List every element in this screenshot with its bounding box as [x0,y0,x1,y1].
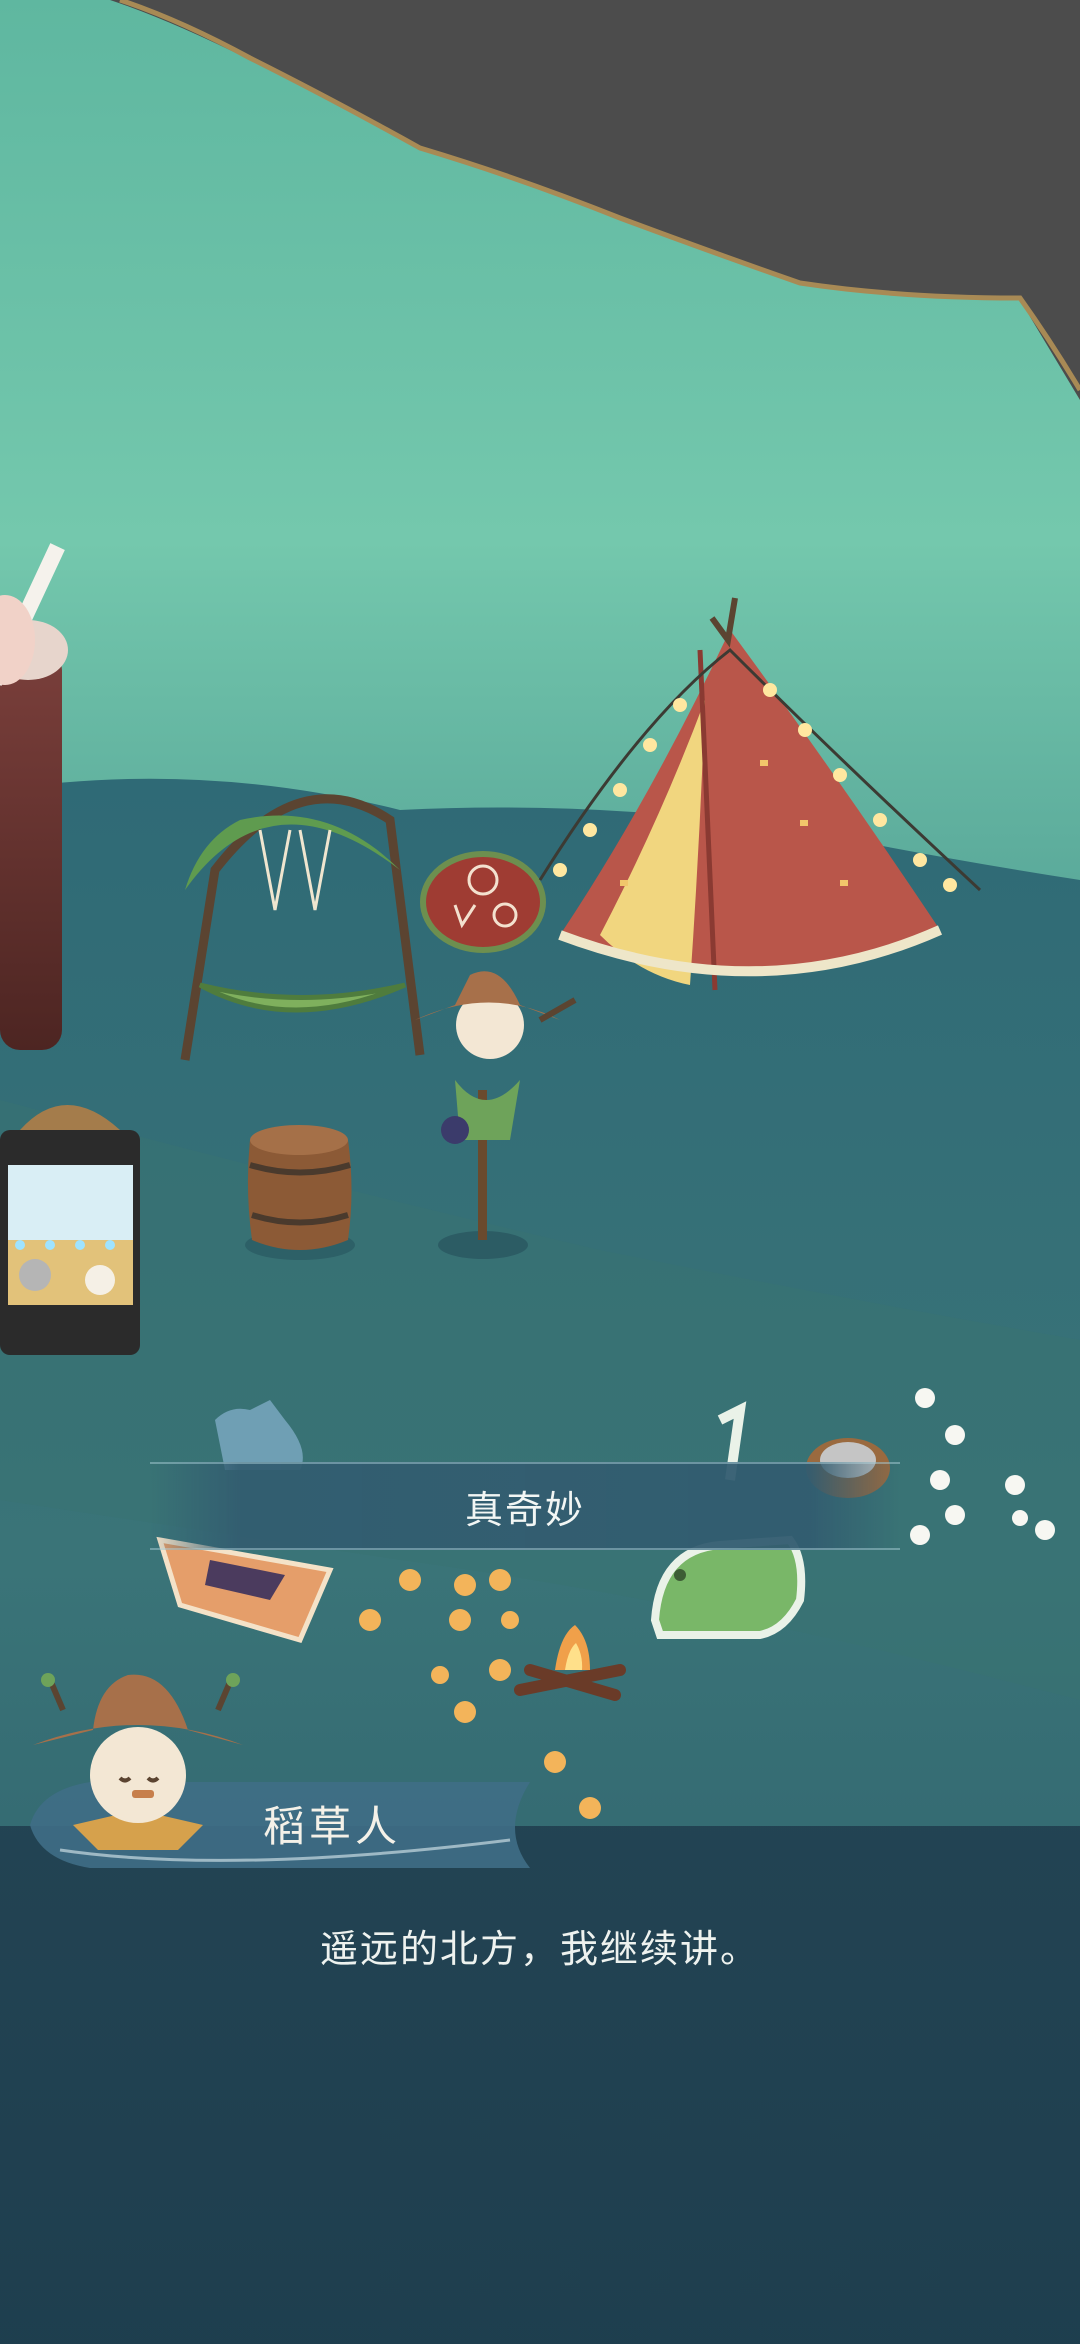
speaker-name: 稻草人 [263,1802,402,1851]
scarecrow-portrait-icon [33,1673,243,1850]
barrel-icon[interactable] [245,1125,355,1260]
dialog-text: 遥远的北方，我继续讲。 [319,1927,760,1971]
sign-board-icon[interactable] [420,851,546,953]
dialog-choice-button[interactable]: 真奇妙 [150,1462,900,1550]
gashapon-machine-icon[interactable] [0,1105,140,1355]
choice-label: 真奇妙 [464,1487,585,1532]
dialog-panel[interactable] [0,1826,1080,2344]
